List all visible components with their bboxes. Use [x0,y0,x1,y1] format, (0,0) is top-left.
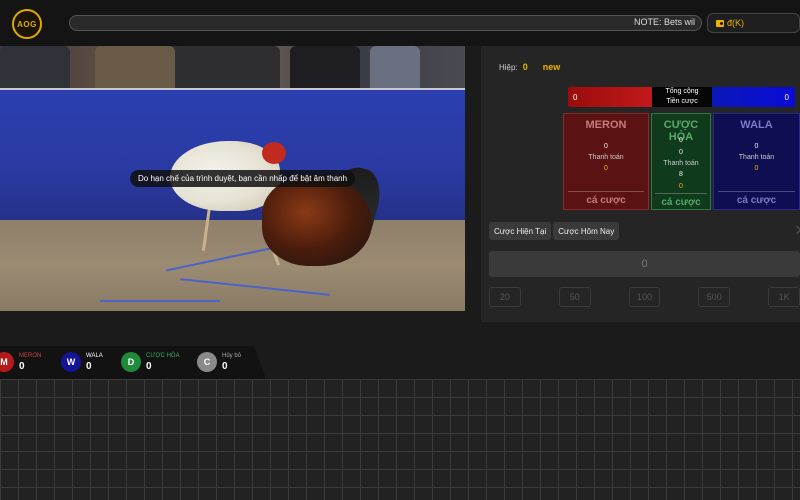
top-bar: AOG NOTE: Bets wil đ(K) [0,0,800,46]
stat-cancel: C Hủy bỏ 0 [197,352,241,373]
bet-cards: MERON 0 Thanh toán 0 cá cược CƯỢC HÒA 0 … [563,113,800,210]
draw-count: 0 [146,361,152,372]
chip-20[interactable]: 20 [489,287,521,307]
wallet-icon [716,19,724,27]
betting-panel: Hiệp: 0 new 0 Tổng cộng Tiền cược 0 MERO… [481,46,800,322]
total-wala: 0 [712,87,795,107]
stat-draw: D CƯỢC HÒA 0 [121,352,180,373]
meron-count: 0 [19,361,25,372]
rooster-dark [262,176,372,266]
results-roadmap-grid [0,379,800,500]
chevron-right-icon[interactable] [792,225,800,235]
announcement-text: NOTE: Bets wil [633,17,695,27]
video-crowd [0,46,465,88]
sound-notice[interactable]: Do hạn chế của trình duyệt, bạn cần nhấp… [130,170,356,187]
stat-meron: M MERON 0 [0,352,41,373]
balance-button[interactable]: đ(K) [707,13,800,33]
wala-count: 0 [86,361,92,372]
chip-50[interactable]: 50 [558,287,591,307]
round-label: Hiệp: [499,62,518,72]
total-label: Tổng cộng Tiền cược [652,87,712,107]
result-stats: M MERON 0 W WALA 0 D CƯỢC HÒA 0 C Hủy bỏ… [0,346,266,379]
cancel-badge: C [197,352,217,372]
cancel-count: 0 [222,361,228,372]
round-number: 0 [522,62,528,72]
draw-bet-button[interactable]: cá cược [654,193,708,208]
wala-bet-button[interactable]: cá cược [718,191,795,206]
wala-badge: W [61,352,81,372]
meron-badge: M [0,352,14,372]
round-status: new [542,62,561,72]
meron-bet-button[interactable]: cá cược [568,191,644,206]
total-meron: 0 [568,87,652,107]
balance-text: đ(K) [727,18,745,28]
live-video[interactable]: Do hạn chế của trình duyệt, bạn cần nhấp… [0,46,465,311]
bet-amount-input[interactable]: 0 [489,251,800,277]
video-pit-floor [0,220,465,311]
chip-row: 20 50 100 500 1K [489,287,800,307]
round-info: Hiệp: 0 new [499,62,560,72]
stat-wala: W WALA 0 [61,352,103,373]
meron-card[interactable]: MERON 0 Thanh toán 0 cá cược [563,113,649,210]
tab-current-bets[interactable]: Cược Hiện Tại [489,222,552,240]
tab-today-bets[interactable]: Cược Hôm Nay [553,222,620,240]
chip-100[interactable]: 100 [628,287,661,307]
chip-1k[interactable]: 1K [768,287,800,307]
chip-500[interactable]: 500 [698,287,731,307]
logo[interactable]: AOG [12,9,42,39]
bet-history-tabs: Cược Hiện Tại Cược Hôm Nay [489,222,620,240]
announcement-marquee: NOTE: Bets wil [69,15,702,31]
draw-badge: D [121,352,141,372]
draw-card[interactable]: CƯỢC HÒA 0 0 Thanh toán 8 0 cá cược [651,113,711,210]
total-bets-bar: 0 Tổng cộng Tiền cược 0 [568,87,795,107]
wala-card[interactable]: WALA 0 Thanh toán 0 cá cược [713,113,800,210]
